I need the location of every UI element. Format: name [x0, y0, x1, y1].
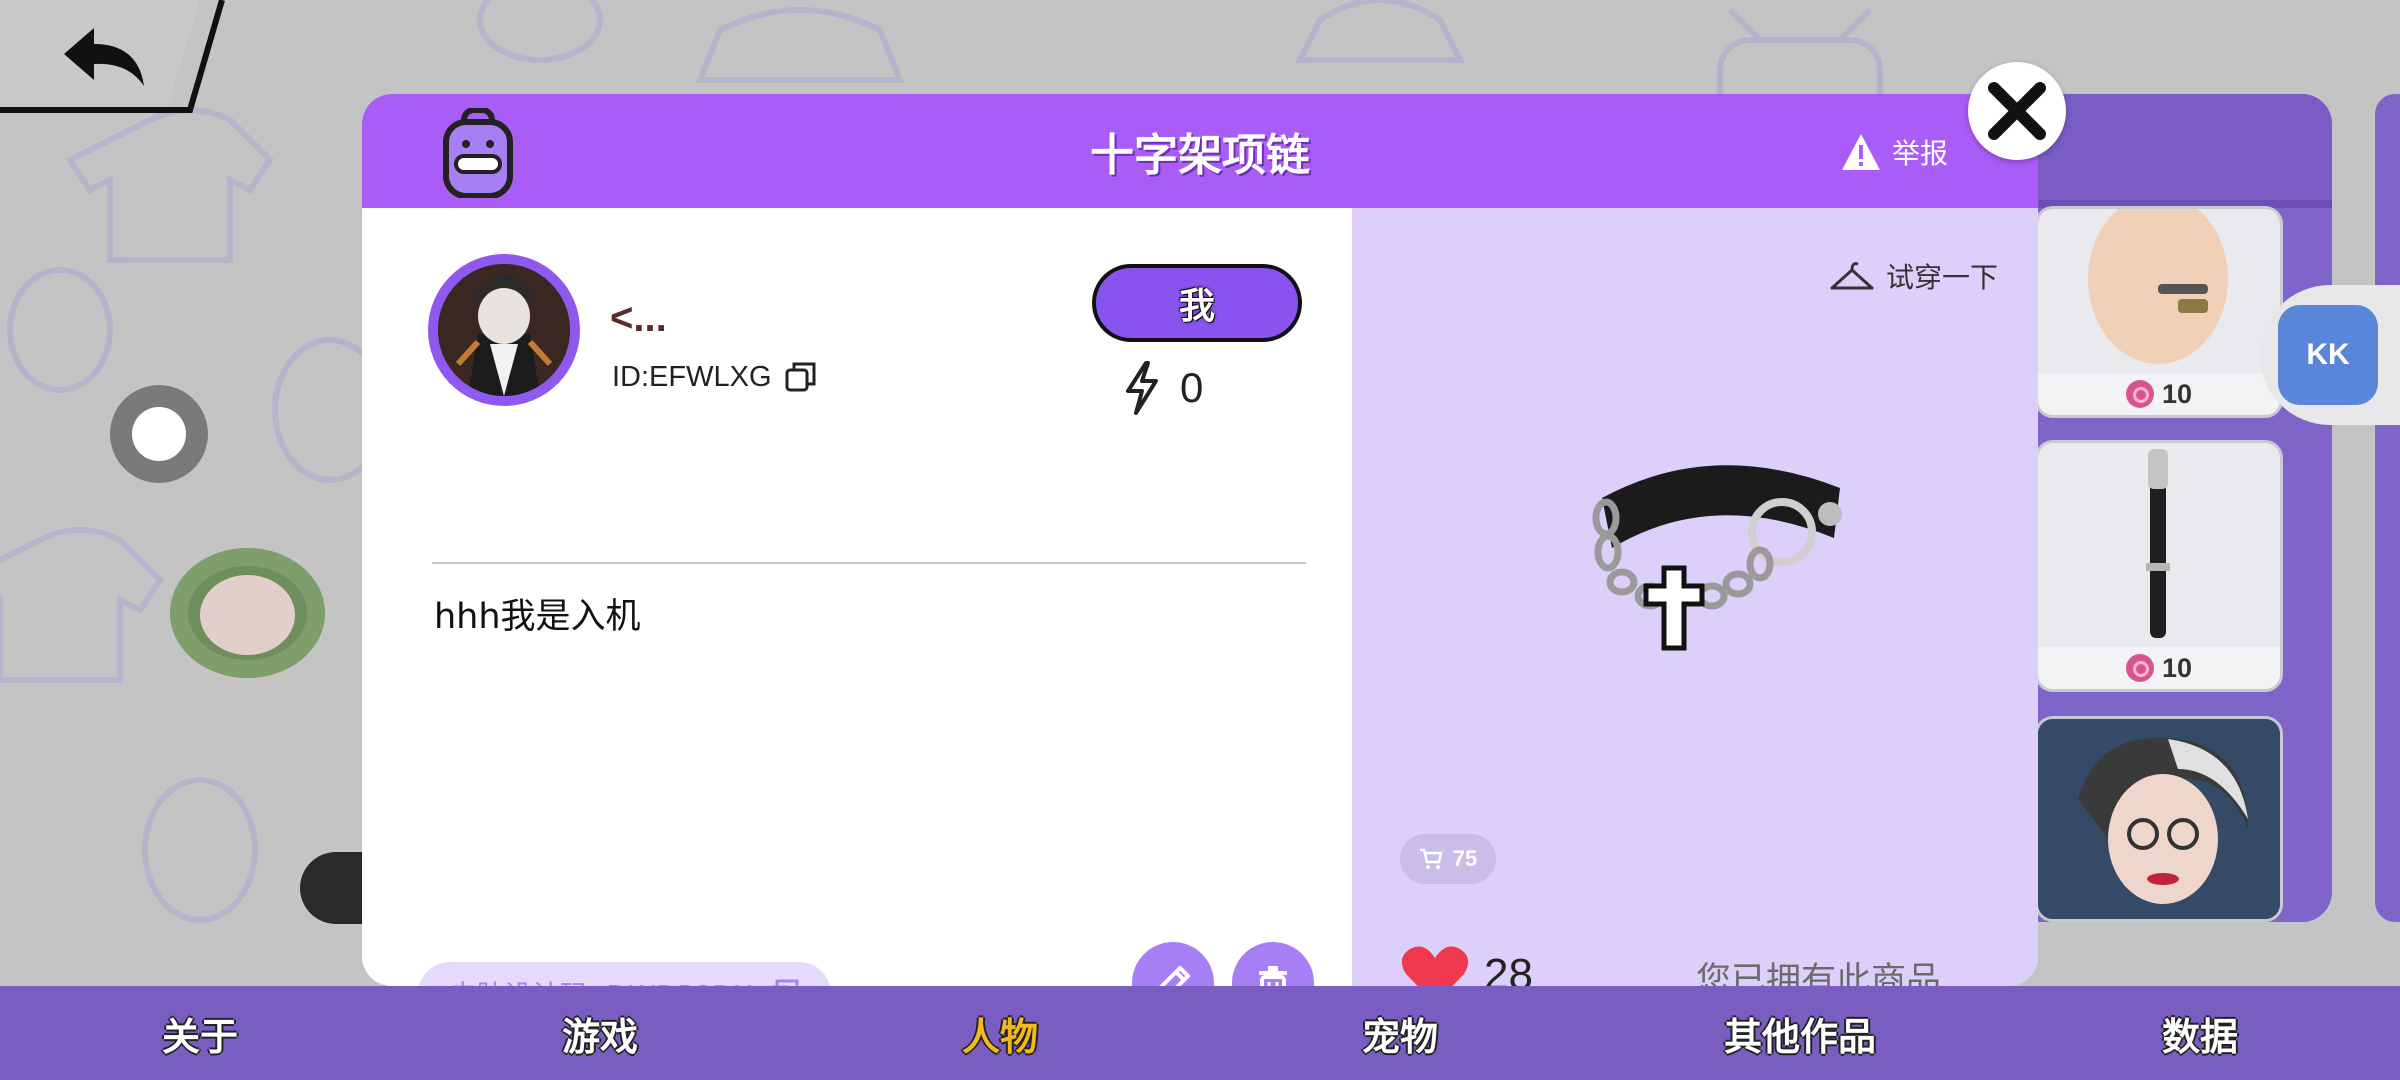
- user-id: ID:EFWLXG: [612, 360, 772, 393]
- nav-tab-about[interactable]: 关于: [0, 1006, 400, 1061]
- energy-count: 0: [1180, 364, 1204, 411]
- bald-head-image: [2088, 209, 2228, 364]
- shop-price-value: 10: [2161, 652, 2193, 683]
- skin-code-chip[interactable]: 皮肤设计码: DWDP8DX: [418, 962, 831, 986]
- bottom-nav: 关于 游戏 人物 宠物 其他作品 数据: [0, 986, 2400, 1080]
- divider: [432, 562, 1306, 564]
- edit-button[interactable]: [1132, 942, 1214, 986]
- nav-tab-characters[interactable]: 人物: [800, 1006, 1200, 1061]
- portrait-image: [2038, 719, 2280, 919]
- owned-status: 您已拥有此商品: [1696, 961, 1942, 986]
- joystick-dot[interactable]: [110, 385, 208, 483]
- dialog-title: 十字架项链: [1090, 130, 1310, 181]
- report-button[interactable]: 举报: [1840, 130, 1948, 174]
- user-id-row: ID:EFWLXG: [612, 360, 818, 394]
- heart-icon: [1401, 946, 1469, 986]
- trash-icon: [1259, 966, 1287, 986]
- coin-icon: [2125, 654, 2154, 682]
- shop-item-portrait[interactable]: [2035, 716, 2283, 922]
- bolt-icon: [1126, 361, 1158, 415]
- bio-text: hhh我是入机: [434, 597, 641, 637]
- nav-tab-pets[interactable]: 宠物: [1200, 1006, 1600, 1061]
- avatar[interactable]: [428, 254, 580, 406]
- coin-icon: [2125, 380, 2154, 408]
- warning-icon: [1841, 134, 1880, 170]
- try-on-button[interactable]: 试穿一下: [1830, 256, 1998, 296]
- shop-price: 10: [2038, 647, 2280, 689]
- kk-app-icon[interactable]: KK: [2278, 305, 2378, 405]
- avatar-preview-face: [200, 575, 295, 655]
- report-label: 举报: [1891, 137, 1948, 170]
- nav-tab-games[interactable]: 游戏: [400, 1006, 800, 1061]
- shop-item-head[interactable]: 10: [2035, 206, 2283, 418]
- purchase-count-badge: 75: [1400, 834, 1496, 884]
- purchase-count: 75: [1452, 846, 1478, 871]
- shop-item-cane[interactable]: 10: [2035, 440, 2283, 692]
- pencil-icon: [1159, 966, 1190, 986]
- skin-code-text: 皮肤设计码: DWDP8DX: [448, 974, 753, 986]
- shop-price: 10: [2038, 373, 2280, 415]
- shop-price-value: 10: [2161, 378, 2193, 409]
- next-panel-edge: [2375, 94, 2400, 922]
- me-button[interactable]: 我: [1092, 264, 1302, 342]
- cane-image: [2146, 449, 2170, 638]
- close-button[interactable]: [1968, 62, 2066, 160]
- try-on-label: 试穿一下: [1885, 261, 1998, 294]
- item-preview-pane: 试穿一下 75 28 您已拥有此商品: [1352, 208, 2038, 986]
- back-button-border: [0, 0, 225, 113]
- delete-button[interactable]: [1232, 942, 1314, 986]
- nav-tab-data[interactable]: 数据: [2000, 1006, 2400, 1061]
- energy-row: 0: [1124, 358, 1203, 418]
- like-count: 28: [1484, 950, 1533, 986]
- kk-label: KK: [2306, 338, 2350, 371]
- nav-tab-other-works[interactable]: 其他作品: [1600, 1006, 2000, 1061]
- copy-icon: [770, 979, 799, 986]
- cart-icon: [1419, 848, 1443, 869]
- cross-necklace-image: [1592, 465, 1842, 651]
- user-name: <...: [610, 296, 667, 340]
- creator-pane: <... ID:EFWLXG 我 0 hhh我是入机 皮肤设计码: DWDP8D…: [362, 208, 1352, 986]
- copy-icon[interactable]: [784, 360, 818, 394]
- item-detail-dialog: 十字架项链 举报 <... ID:EFWLXG 我 0 hhh我是入机 试穿一下…: [362, 94, 2038, 986]
- close-icon: [1988, 82, 2046, 140]
- avatar-image: [438, 264, 570, 396]
- like-button[interactable]: 28: [1400, 940, 1533, 986]
- hanger-icon: [1830, 262, 1874, 290]
